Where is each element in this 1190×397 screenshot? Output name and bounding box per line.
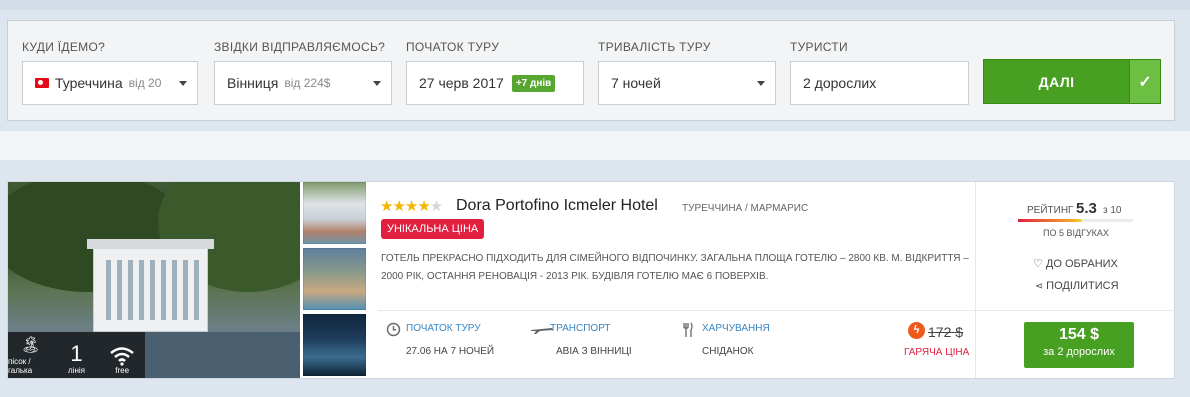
hotel-info: ★★★★★ Dora Portofino Icmeler Hotel ТУРЕЧ… [378, 182, 978, 378]
section-divider [0, 131, 1190, 160]
line-number: 1 [70, 341, 83, 366]
hotel-description: ГОТЕЛЬ ПРЕКРАСНО ПІДХОДИТЬ ДЛЯ СІМЕЙНОГО… [381, 253, 969, 282]
hotel-location: ТУРЕЧЧИНА / МАРМАРИС [682, 203, 809, 214]
lightning-icon: ϟ [908, 322, 925, 339]
unique-price-badge: УНІКАЛЬНА ЦІНА [381, 219, 485, 239]
clock-icon [386, 322, 401, 340]
flex-days-badge[interactable]: +7 днів [511, 74, 556, 92]
rating-value: 5.3 [1076, 200, 1097, 217]
meals-value: СНІДАНОК [702, 346, 754, 357]
duration-label: ТРИВАЛІСТЬ ТУРУ [598, 40, 711, 54]
rating-label: РЕЙТИНГ [1027, 205, 1074, 216]
next-button[interactable]: ДАЛІ ✓ [983, 59, 1161, 104]
hot-price-label: ГАРЯЧА ЦІНА [904, 347, 970, 358]
chevron-down-icon [373, 81, 381, 86]
start-date-label: ПОЧАТОК ТУРУ [406, 40, 500, 54]
beach-amenity: 🏝 пісок / галька [8, 332, 54, 378]
start-date-input[interactable]: 27 черв 2017 +7 днів [406, 61, 584, 105]
reviews-count[interactable]: ПО 5 ВІДГУКАХ [1043, 228, 1109, 238]
share-label: ПОДІЛИТИСЯ [1046, 280, 1119, 292]
next-button-label: ДАЛІ [1038, 73, 1075, 90]
palm-island-icon: 🏝 [20, 337, 41, 354]
wifi-amenity: free [99, 332, 145, 378]
wifi-icon [110, 347, 134, 366]
line-amenity: 1 лінія [54, 332, 100, 378]
line-label: лінія [68, 366, 85, 375]
departure-value: Вінниця [227, 75, 279, 91]
filled-stars-icon: ★★★★ [380, 198, 431, 215]
thumbnail-1[interactable] [303, 182, 366, 244]
chevron-down-icon [179, 81, 187, 86]
share-button[interactable]: ⋖ ПОДІЛИТИСЯ [1035, 280, 1119, 292]
fork-knife-icon [682, 322, 694, 341]
turkey-flag-icon [35, 78, 49, 88]
hotel-side-panel: РЕЙТИНГ 5.3 з 10 ПО 5 ВІДГУКАХ ♡ ДО ОБРА… [975, 182, 1175, 378]
duration-value: 7 ночей [611, 75, 661, 91]
destination-price: від 20 [128, 76, 162, 90]
departure-select[interactable]: Вінниця від 224$ [214, 61, 392, 105]
hotel-name-link[interactable]: Dora Portofino Icmeler Hotel [456, 197, 658, 215]
share-icon: ⋖ [1035, 281, 1047, 292]
info-divider [378, 310, 978, 311]
price-for-label: за 2 дорослих [1043, 346, 1115, 358]
tourists-label: ТУРИСТИ [790, 40, 848, 54]
amenities-overlay: 🏝 пісок / галька 1 лінія free [8, 332, 145, 378]
photo-thumbnails [303, 182, 366, 378]
price-button[interactable]: 154 $ за 2 дорослих [1024, 322, 1134, 368]
tour-start-value: 27.06 НА 7 НОЧЕЙ [406, 346, 495, 357]
start-date-value: 27 черв 2017 [419, 75, 504, 91]
duration-select[interactable]: 7 ночей [598, 61, 776, 105]
tour-start-label: ПОЧАТОК ТУРУ [406, 323, 481, 334]
wifi-label: free [115, 366, 130, 375]
old-price: 172 $ [928, 324, 964, 340]
destination-value: Туреччина [55, 75, 123, 91]
thumbnail-2[interactable] [303, 248, 366, 310]
rating-scale: з 10 [1103, 205, 1122, 216]
add-to-favorites-button[interactable]: ♡ ДО ОБРАНИХ [1033, 257, 1118, 270]
destination-label: КУДИ ЇДЕМО? [22, 40, 106, 54]
hotel-main-photo[interactable]: 🏝 пісок / галька 1 лінія free [8, 182, 300, 378]
search-panel: КУДИ ЇДЕМО? Туреччина від 20 ЗВІДКИ ВІДП… [7, 20, 1175, 121]
check-icon: ✓ [1129, 60, 1160, 103]
tourists-value: 2 дорослих [803, 75, 877, 91]
price-value: 154 $ [1058, 326, 1100, 343]
destination-select[interactable]: Туреччина від 20 [22, 61, 198, 105]
hotel-card: 🏝 пісок / галька 1 лінія free ★★★★★ Dora… [7, 181, 1175, 379]
transport-value: АВІА З ВІННИЦІ [556, 346, 632, 357]
rating-bar [1018, 219, 1133, 222]
top-strip [0, 0, 1190, 10]
departure-price: від 224$ [284, 76, 331, 90]
departure-label: ЗВІДКИ ВІДПРАВЛЯЄМОСЬ? [214, 40, 386, 54]
star-rating: ★★★★★ [380, 197, 443, 215]
tourists-input[interactable]: 2 дорослих [790, 61, 969, 105]
empty-star-icon: ★ [429, 198, 443, 215]
side-divider [976, 310, 1175, 311]
transport-label: ТРАНСПОРТ [550, 323, 611, 334]
beach-type-label: пісок / галька [8, 357, 33, 375]
meals-label: ХАРЧУВАННЯ [702, 323, 770, 334]
thumbnail-3[interactable] [303, 314, 366, 376]
chevron-down-icon [757, 81, 765, 86]
